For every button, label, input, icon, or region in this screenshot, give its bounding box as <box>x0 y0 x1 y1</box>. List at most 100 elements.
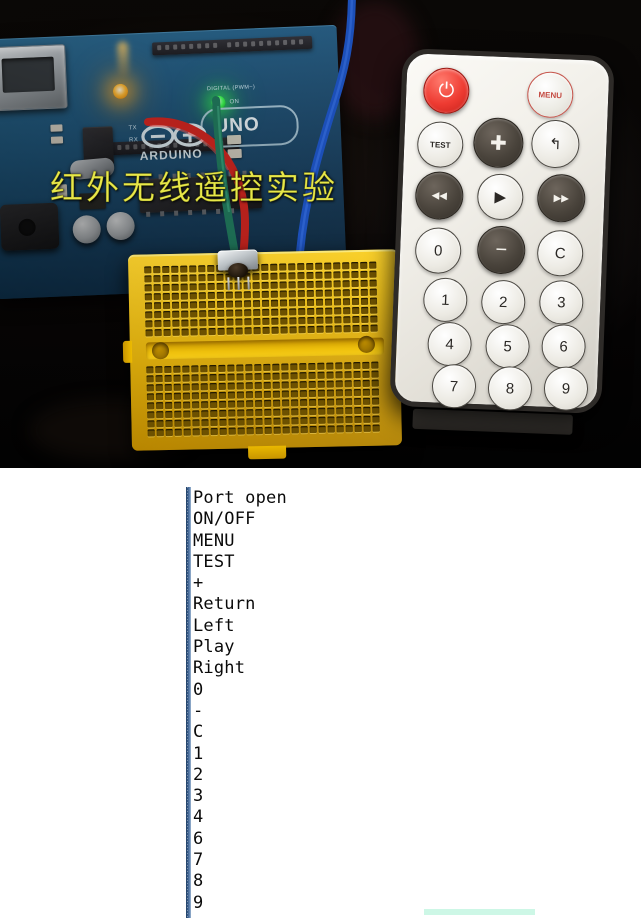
breadboard-hole <box>288 299 297 307</box>
breadboard-hole <box>308 389 316 398</box>
breadboard-hole <box>155 393 164 401</box>
breadboard-hole <box>210 428 218 436</box>
next-label: ▶▶ <box>553 192 570 205</box>
breadboard-hole <box>153 266 161 274</box>
output-line: 4 <box>193 807 204 828</box>
breadboard-hole <box>165 401 173 410</box>
breadboard-hole <box>198 301 207 309</box>
breadboard-hole <box>298 326 306 334</box>
c-label: C <box>554 244 566 262</box>
breadboard-hole <box>246 409 254 417</box>
breadboard-hole <box>219 418 227 426</box>
breadboard-hole <box>307 307 315 316</box>
output-line: 8 <box>193 871 204 892</box>
breadboard-hole <box>369 270 377 278</box>
breadboard-hole <box>244 327 252 335</box>
breadboard-hole <box>297 263 305 271</box>
breadboard-hole <box>227 364 235 372</box>
breadboard-hole <box>236 373 244 381</box>
breadboard-hole <box>333 271 341 279</box>
breadboard-hole <box>270 290 278 298</box>
breadboard-hole <box>182 365 190 373</box>
breadboard-side-tab <box>122 340 133 363</box>
breadboard-hole <box>228 409 236 417</box>
output-line: 3 <box>193 786 204 807</box>
breadboard-hole <box>361 324 369 332</box>
breadboard-hole <box>291 417 299 425</box>
breadboard-hole <box>171 274 179 282</box>
breadboard-hole <box>174 419 182 427</box>
breadboard-hole <box>354 397 362 406</box>
breadboard-hole <box>155 384 163 392</box>
breadboard-hole <box>171 292 179 300</box>
breadboard-hole <box>280 317 288 325</box>
breadboard-hole <box>218 373 226 381</box>
breadboard-hole <box>216 300 225 308</box>
breadboard-hole <box>254 382 262 390</box>
power-label: ⏻ <box>438 78 455 102</box>
breadboard-hole <box>326 362 334 370</box>
output-line: Port open <box>193 488 287 508</box>
breadboard-hole <box>325 325 333 333</box>
breadboard-hole <box>225 291 233 299</box>
breadboard-hole <box>351 262 359 270</box>
breadboard-hole <box>290 390 298 398</box>
breadboard-hole <box>264 399 272 408</box>
breadboard-hole <box>369 288 377 296</box>
breadboard-hole <box>335 389 343 397</box>
breadboard-hole <box>182 392 191 400</box>
breadboard-hole <box>316 316 324 324</box>
breadboard-hole <box>372 415 380 423</box>
breadboard-hole <box>306 298 315 307</box>
breadboard-hole <box>199 328 207 336</box>
breadboard-hole <box>369 279 377 287</box>
breadboard-hole <box>245 364 253 372</box>
breadboard-hole <box>201 401 209 409</box>
breadboard-hole <box>146 384 154 392</box>
breadboard-hole <box>174 428 182 436</box>
breadboard-holes-bottom <box>146 361 380 437</box>
breadboard-hole <box>237 418 245 426</box>
output-left-rail[interactable] <box>186 487 191 918</box>
breadboard-hole <box>353 371 361 379</box>
breadboard-hole <box>298 308 306 316</box>
breadboard-hole <box>156 420 164 428</box>
breadboard-hole <box>200 365 208 373</box>
breadboard-hole <box>363 397 371 405</box>
breadboard-hole <box>335 371 343 379</box>
breadboard-hole <box>191 383 199 391</box>
breadboard-hole <box>243 300 252 308</box>
output-line: Play <box>193 637 235 658</box>
breadboard-hole <box>252 291 260 299</box>
breadboard-hole <box>309 398 317 407</box>
breadboard-hole <box>345 416 353 424</box>
breadboard-hole <box>282 417 290 425</box>
breadboard-hole <box>291 399 299 407</box>
breadboard-hole <box>144 284 152 292</box>
breadboard-hole <box>372 406 380 414</box>
breadboard-hole <box>324 262 332 270</box>
breadboard-hole <box>171 265 179 273</box>
breadboard-hole <box>333 262 341 270</box>
breadboard-hole <box>246 418 254 426</box>
breadboard-hole <box>336 425 344 433</box>
output-line: - <box>193 700 204 721</box>
output-line: Right <box>193 658 246 679</box>
ir-receiver-pin <box>227 277 230 291</box>
breadboard-hole <box>228 418 236 426</box>
breadboard-hole <box>162 283 170 292</box>
breadboard-hole <box>245 391 254 399</box>
breadboard-hole <box>180 265 188 273</box>
breadboard-hole <box>164 383 172 392</box>
breadboard-hole <box>362 379 370 387</box>
output-line: MENU <box>193 530 235 551</box>
breadboard-hole <box>245 373 253 381</box>
breadboard-hole <box>297 281 305 289</box>
breadboard-hole <box>237 400 245 408</box>
breadboard-hole <box>162 265 170 274</box>
breadboard-hole <box>263 372 271 381</box>
breadboard-hole <box>351 271 359 279</box>
breadboard-hole <box>192 428 200 436</box>
breadboard-hole <box>153 302 162 310</box>
breadboard-hole <box>333 298 342 306</box>
